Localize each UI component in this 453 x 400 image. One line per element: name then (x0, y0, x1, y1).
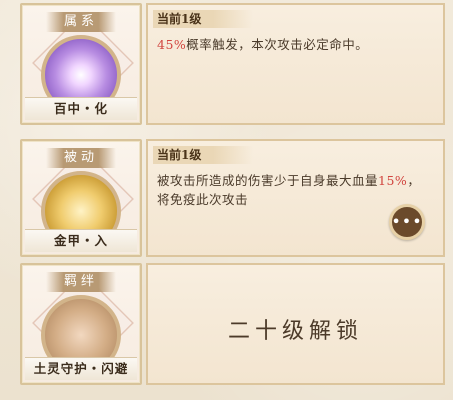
skill-description-card: 二十级解锁 (146, 263, 445, 385)
skill-description: 被攻击所造成的伤害少于自身最大血量15%，将免疫此次攻击 (157, 171, 425, 209)
level-label: 当前1级 (153, 146, 253, 164)
skill-row-2: 被动 金甲・入 当前1级 被攻击所造成的伤害少于自身最大血量15%，将免疫此次攻… (20, 139, 445, 257)
skill-description-card: 当前1级 被攻击所造成的伤害少于自身最大血量15%，将免疫此次攻击 (146, 139, 445, 257)
speech-bubble-icon: ••• (391, 212, 423, 231)
skill-name: 土灵守护・闪避 (25, 357, 137, 380)
skill-name: 金甲・入 (25, 229, 137, 252)
skill-category: 被动 (46, 148, 116, 168)
skill-card[interactable]: 被动 金甲・入 (20, 139, 142, 257)
chat-button[interactable]: ••• (389, 204, 425, 240)
skill-card[interactable]: 属系 百中・化 (20, 3, 142, 125)
description-text: 被攻击所造成的伤害少于自身最大血量 (157, 173, 379, 188)
skill-row-3: 羁绊 土灵守护・闪避 二十级解锁 (20, 263, 445, 385)
skill-description: 45%概率触发，本次攻击必定命中。 (157, 35, 425, 54)
unlock-requirement: 二十级解锁 (227, 319, 363, 344)
description-text: 概率触发，本次攻击必定命中。 (186, 37, 369, 52)
skill-category: 属系 (46, 12, 116, 32)
skill-card[interactable]: 羁绊 土灵守护・闪避 (20, 263, 142, 385)
skill-row-1: 属系 百中・化 当前1级 45%概率触发，本次攻击必定命中。 (20, 3, 445, 125)
skill-name: 百中・化 (25, 97, 137, 120)
skill-category: 羁绊 (46, 272, 116, 292)
level-label: 当前1级 (153, 10, 253, 28)
skill-description-card: 当前1级 45%概率触发，本次攻击必定命中。 (146, 3, 445, 125)
percent-value: 15% (378, 173, 408, 188)
percent-value: 45% (157, 37, 187, 52)
